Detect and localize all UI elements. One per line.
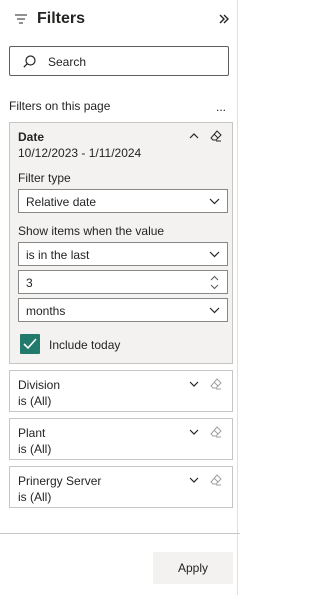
include-today-checkbox[interactable] — [20, 334, 40, 354]
apply-button[interactable]: Apply — [153, 552, 233, 584]
filter-summary: is (All) — [18, 490, 52, 504]
chevron-down-icon[interactable] — [189, 428, 199, 436]
number-value: 3 — [26, 276, 33, 290]
condition-value: is in the last — [26, 248, 90, 262]
filter-summary: 10/12/2023 - 1/11/2024 — [18, 146, 142, 160]
filter-name: Date — [18, 130, 45, 144]
search-icon — [23, 55, 36, 68]
filter-card-prinergy-server[interactable]: Prinergy Server is (All) — [9, 466, 233, 508]
checkmark-icon — [23, 338, 37, 350]
filter-card-division[interactable]: Division is (All) — [9, 370, 233, 412]
unit-value: months — [26, 304, 66, 318]
chevron-up-icon[interactable] — [189, 132, 199, 140]
search-box[interactable] — [9, 46, 229, 76]
include-today-label: Include today — [49, 338, 121, 352]
filter-lines-icon — [15, 14, 27, 24]
filter-name: Division — [18, 378, 61, 392]
show-items-label: Show items when the value — [18, 224, 165, 238]
filter-type-dropdown[interactable]: Relative date — [18, 189, 228, 213]
filter-summary: is (All) — [18, 442, 52, 456]
eraser-icon[interactable] — [210, 378, 222, 390]
pane-right-border — [237, 0, 238, 595]
filter-type-label: Filter type — [18, 171, 71, 185]
spin-up-icon[interactable] — [210, 275, 219, 281]
search-input[interactable] — [48, 52, 218, 71]
filter-summary: is (All) — [18, 394, 52, 408]
filter-name: Plant — [18, 426, 46, 440]
chevron-down-icon[interactable] — [189, 476, 199, 484]
more-options-button[interactable]: ... — [216, 100, 226, 114]
chevron-down-icon — [209, 251, 220, 258]
footer-divider — [0, 533, 240, 534]
unit-dropdown[interactable]: months — [18, 298, 228, 322]
condition-dropdown[interactable]: is in the last — [18, 242, 228, 266]
filters-header: Filters — [0, 0, 240, 40]
chevron-down-icon — [209, 307, 220, 314]
double-chevron-right-icon[interactable] — [219, 13, 229, 25]
filter-card-plant[interactable]: Plant is (All) — [9, 418, 233, 460]
spin-down-icon[interactable] — [210, 284, 219, 290]
eraser-icon[interactable] — [210, 426, 222, 438]
eraser-icon[interactable] — [210, 130, 222, 142]
filter-name: Prinergy Server — [18, 474, 102, 488]
eraser-icon[interactable] — [210, 474, 222, 486]
filter-card-date[interactable]: Date 10/12/2023 - 1/11/2024 Filter type … — [9, 122, 233, 364]
pane-title: Filters — [37, 10, 86, 27]
filter-type-value: Relative date — [26, 195, 97, 209]
section-label: Filters on this page — [9, 99, 111, 113]
chevron-down-icon — [209, 198, 220, 205]
number-stepper[interactable]: 3 — [18, 270, 228, 294]
chevron-down-icon[interactable] — [189, 380, 199, 388]
